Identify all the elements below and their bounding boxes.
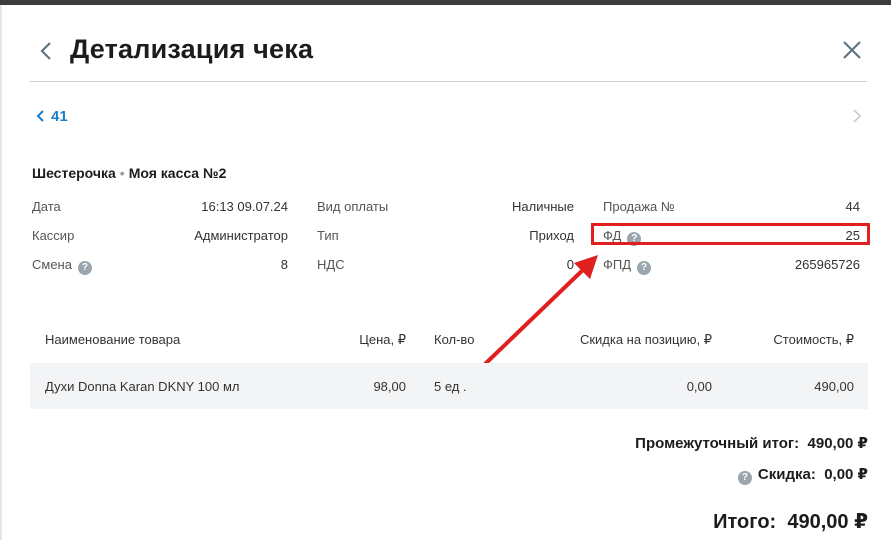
separator-dot: •	[119, 165, 125, 181]
vat-label: НДС	[317, 257, 345, 272]
chevron-right-icon	[853, 109, 862, 123]
item-cost: 490,00	[814, 379, 854, 394]
shift-label-group: Смена?	[32, 257, 92, 275]
register-name: Моя касса №2	[128, 165, 227, 181]
date-value: 16:13 09.07.24	[201, 199, 288, 214]
column-header-discount: Скидка на позицию, ₽	[579, 332, 712, 347]
prev-receipt-number: 41	[51, 107, 68, 125]
grand-total-line: Итого: 490,00 ₽	[713, 509, 868, 534]
shift-label: Смена	[32, 257, 72, 272]
chevron-left-icon	[40, 42, 51, 60]
fd-highlight-box	[591, 223, 870, 245]
fpd-value: 265965726	[794, 257, 860, 272]
column-header-price: Цена, ₽	[359, 332, 406, 347]
subtotal-value: 490,00 ₽	[807, 435, 868, 452]
help-icon[interactable]: ?	[737, 471, 752, 485]
grand-total-label: Итого:	[713, 511, 777, 533]
close-icon	[843, 41, 861, 59]
column-header-cost: Стоимость, ₽	[773, 332, 854, 347]
grand-total-value: 490,00 ₽	[787, 511, 868, 533]
sale-number-value: 44	[845, 199, 860, 214]
header-divider	[30, 81, 867, 82]
top-bar	[0, 0, 891, 5]
fpd-label: ФПД	[603, 257, 632, 272]
subtotal-line: Промежуточный итог: 490,00 ₽	[635, 434, 868, 452]
item-qty: 5 ед .	[434, 379, 467, 394]
date-label: Дата	[32, 199, 61, 214]
close-button[interactable]	[838, 36, 866, 64]
column-header-name: Наименование товара	[45, 332, 181, 347]
chevron-left-icon	[36, 110, 44, 122]
back-button[interactable]	[36, 38, 58, 64]
item-price: 98,00	[373, 379, 406, 394]
type-label: Тип	[317, 228, 339, 243]
subtotal-label: Промежуточный итог:	[635, 435, 800, 452]
discount-total-value: 0,00 ₽	[824, 466, 868, 483]
discount-total-label: Скидка:	[757, 466, 816, 483]
payment-label: Вид оплаты	[317, 199, 389, 214]
shift-value: 8	[280, 257, 288, 272]
fpd-label-group: ФПД?	[603, 257, 652, 275]
panel-edge	[0, 5, 2, 540]
column-header-qty: Кол-во	[434, 332, 475, 347]
cashier-value: Администратор	[194, 228, 288, 243]
discount-line: ? Скидка: 0,00 ₽	[737, 465, 868, 485]
help-icon[interactable]: ?	[637, 261, 652, 275]
next-receipt-button[interactable]	[850, 107, 864, 125]
cashier-label: Кассир	[32, 228, 75, 243]
item-discount: 0,00	[686, 379, 712, 394]
store-register-line: Шестерочка • Моя касса №2	[32, 165, 226, 181]
payment-value: Наличные	[512, 199, 574, 214]
sale-number-label: Продажа №	[603, 199, 675, 214]
help-icon[interactable]: ?	[77, 261, 92, 275]
type-value: Приход	[529, 228, 574, 243]
page-title: Детализация чека	[70, 34, 314, 64]
prev-receipt-link[interactable]: 41	[36, 106, 68, 126]
store-name: Шестерочка	[32, 165, 116, 181]
item-name: Духи Donna Karan DKNY 100 мл	[45, 379, 240, 394]
vat-value: 0	[566, 257, 574, 272]
